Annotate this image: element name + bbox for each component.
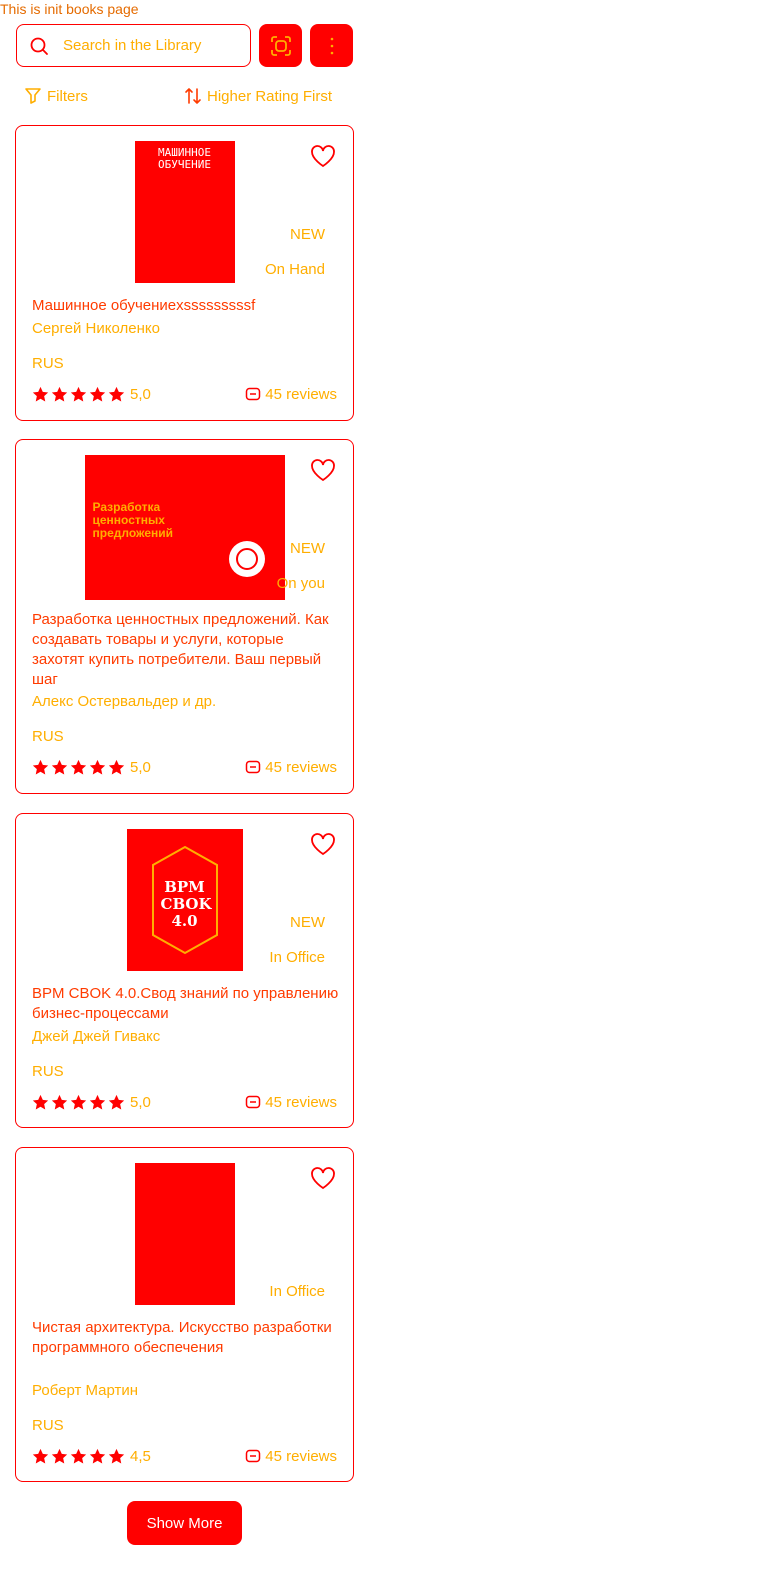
rating: 5,0 <box>32 759 151 776</box>
rating: 4,5 <box>32 1448 151 1465</box>
search-icon <box>30 37 48 55</box>
comment-icon <box>246 760 261 773</box>
star-icon <box>108 759 125 775</box>
book-author: Джей Джей Гивакс <box>32 1028 161 1045</box>
rating: 5,0 <box>32 386 151 403</box>
reviews-link[interactable]: 45 reviews <box>245 1448 337 1465</box>
star-icon <box>32 1448 49 1464</box>
reviews-count: 45 reviews <box>265 1448 337 1465</box>
rating-value: 4,5 <box>130 1448 151 1465</box>
heart-icon[interactable] <box>309 142 337 170</box>
show-more-button[interactable]: Show More <box>127 1501 242 1545</box>
reviews-link[interactable]: 45 reviews <box>245 1094 337 1111</box>
book-language: RUS <box>32 728 64 745</box>
star-icon <box>32 759 49 775</box>
star-icon <box>70 759 87 775</box>
sort-icon <box>185 88 201 104</box>
book-author: Алекс Остервальдер и др. <box>32 693 217 710</box>
new-badge: NEW <box>290 540 325 557</box>
star-icon <box>32 386 49 402</box>
book-card[interactable]: In Office Чистая архитектура. Искусство … <box>15 1147 354 1482</box>
heart-icon[interactable] <box>309 456 337 484</box>
star-icon <box>70 1448 87 1464</box>
star-icon <box>108 1448 125 1464</box>
comment-icon <box>246 1449 261 1462</box>
rating: 5,0 <box>32 1094 151 1111</box>
book-cover <box>134 1163 235 1305</box>
comment-icon <box>246 1095 261 1108</box>
star-icon <box>51 1448 68 1464</box>
book-location: On you <box>276 575 325 592</box>
book-author: Сергей Николенко <box>32 320 160 337</box>
star-icon <box>70 386 87 402</box>
filters-label: Filters <box>47 87 88 105</box>
book-cover: Разработка ценностных предложений <box>84 455 285 600</box>
star-icon <box>89 1448 106 1464</box>
book-title: BPM CBOK 4.0.Свод знаний по управлению б… <box>32 985 339 1022</box>
search-input[interactable]: Search in the Library <box>16 24 251 67</box>
filter-icon <box>25 88 41 104</box>
star-icon <box>108 1094 125 1110</box>
star-icon <box>89 386 106 402</box>
star-icon <box>108 386 125 402</box>
search-placeholder: Search in the Library <box>63 37 202 54</box>
book-language: RUS <box>32 355 64 372</box>
cover-title: BPM CBOK 4.0 <box>160 878 212 930</box>
new-badge: NEW <box>290 226 325 243</box>
filters-button[interactable]: Filters <box>24 87 88 105</box>
book-card[interactable]: Разработка ценностных предложений NEW On… <box>15 439 354 794</box>
reviews-link[interactable]: 45 reviews <box>245 386 337 403</box>
reviews-count: 45 reviews <box>265 759 337 776</box>
heart-icon[interactable] <box>309 830 337 858</box>
comment-icon <box>246 387 261 400</box>
cover-title: МАШИННОЕ ОБУЧЕНИЕ <box>158 146 211 171</box>
book-location: In Office <box>269 949 325 966</box>
cover-title: Разработка ценностных предложений <box>92 500 174 540</box>
book-location: In Office <box>269 1283 325 1300</box>
star-icon <box>51 386 68 402</box>
more-icon <box>330 37 333 54</box>
star-icon <box>89 759 106 775</box>
book-location: On Hand <box>264 261 325 278</box>
scan-icon <box>270 35 291 56</box>
star-icon <box>51 759 68 775</box>
sort-label: Higher Rating First <box>207 87 333 105</box>
book-language: RUS <box>32 1063 64 1080</box>
book-title: Чистая архитектура. Искусство разработки… <box>32 1319 332 1356</box>
reviews-link[interactable]: 45 reviews <box>245 759 337 776</box>
reviews-count: 45 reviews <box>265 386 337 403</box>
new-badge: NEW <box>290 914 325 931</box>
rating-value: 5,0 <box>130 1094 151 1111</box>
page-caption: This is init books page <box>0 1 139 17</box>
heart-icon[interactable] <box>309 1164 337 1192</box>
rating-value: 5,0 <box>130 759 151 776</box>
book-title: Разработка ценностных предложений. Как с… <box>32 611 329 688</box>
star-icon <box>70 1094 87 1110</box>
book-title: Машинное обучениеxsssssssssf <box>32 297 256 314</box>
book-language: RUS <box>32 1417 64 1434</box>
reviews-count: 45 reviews <box>265 1094 337 1111</box>
sort-button[interactable]: Higher Rating First <box>184 87 332 105</box>
star-icon <box>32 1094 49 1110</box>
more-button[interactable] <box>310 24 353 67</box>
rating-value: 5,0 <box>130 386 151 403</box>
book-card[interactable]: МАШИННОЕ ОБУЧЕНИЕ NEW On Hand Машинное о… <box>15 125 354 421</box>
book-cover: МАШИННОЕ ОБУЧЕНИЕ <box>134 141 235 283</box>
star-icon <box>51 1094 68 1110</box>
book-card[interactable]: BPM CBOK 4.0 NEW In Office BPM CBOK 4.0.… <box>15 813 354 1128</box>
scan-button[interactable] <box>259 24 302 67</box>
book-author: Роберт Мартин <box>32 1382 139 1399</box>
book-cover: BPM CBOK 4.0 <box>126 829 243 971</box>
cover-disc-icon <box>228 541 265 577</box>
star-icon <box>89 1094 106 1110</box>
